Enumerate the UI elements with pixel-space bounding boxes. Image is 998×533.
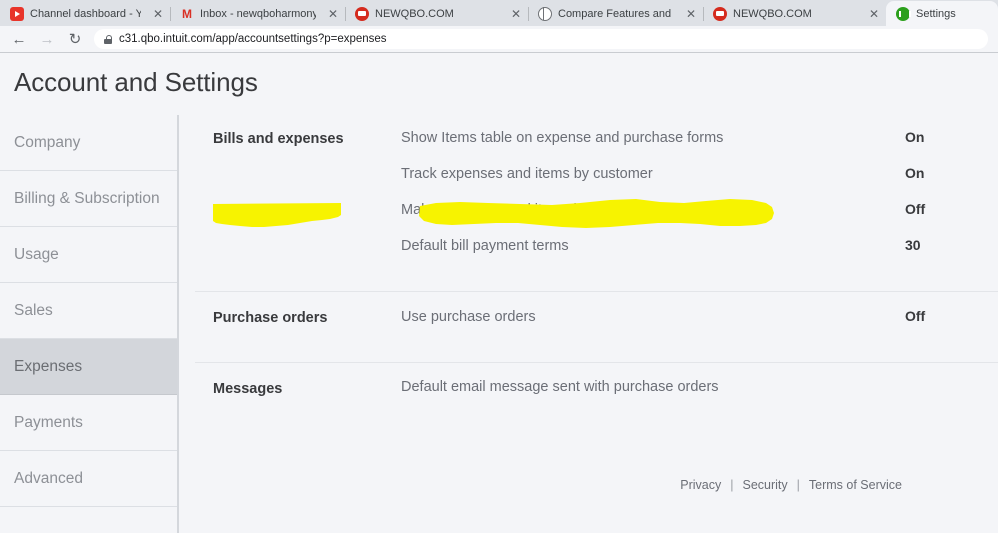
setting-value: Off [898, 308, 998, 324]
address-bar[interactable]: c31.qbo.intuit.com/app/accountsettings?p… [94, 29, 988, 49]
security-link[interactable]: Security [743, 478, 788, 492]
sidebar-item-payments[interactable]: Payments [0, 395, 177, 451]
section-bills-and-expenses: Bills and expenses Show Items table on e… [195, 115, 998, 292]
section-purchase-orders: Purchase orders Use purchase orders Off [195, 292, 998, 363]
setting-name: Make expenses and items billable [401, 202, 898, 218]
section-rows: Use purchase orders Off [401, 308, 998, 344]
tab-close-icon[interactable]: ✕ [147, 8, 163, 20]
setting-name: Show Items table on expense and purchase… [401, 130, 898, 146]
section-title: Purchase orders [195, 308, 401, 344]
setting-name: Default bill payment terms [401, 238, 898, 254]
sidebar-item-label: Advanced [14, 470, 83, 488]
sidebar-item-advanced[interactable]: Advanced [0, 451, 177, 507]
footer-divider: | [797, 478, 800, 492]
tab-separator [528, 7, 529, 21]
sidebar-item-expenses[interactable]: Expenses [0, 339, 177, 395]
section-rows: Default email message sent with purchase… [401, 379, 998, 415]
tab-separator [170, 7, 171, 21]
setting-value: 30 [898, 237, 998, 253]
browser-chrome: Channel dashboard - YouTube St ✕ M Inbox… [0, 0, 998, 53]
footer-divider: | [730, 478, 733, 492]
quickbooks-icon [896, 7, 910, 21]
sidebar-item-sales[interactable]: Sales [0, 283, 177, 339]
browser-tab-channel-dashboard[interactable]: Channel dashboard - YouTube St ✕ [0, 1, 170, 26]
setting-row[interactable]: Use purchase orders Off [401, 308, 998, 344]
sidebar-item-billing-subscription[interactable]: Billing & Subscription [0, 171, 177, 227]
globe-icon [538, 7, 552, 21]
browser-tab-settings[interactable]: Settings [886, 1, 998, 26]
setting-name: Use purchase orders [401, 309, 898, 325]
sidebar-item-label: Company [14, 134, 80, 152]
tab-close-icon[interactable]: ✕ [863, 8, 879, 20]
setting-value: On [898, 129, 998, 145]
sidebar-item-label: Expenses [14, 358, 82, 376]
privacy-link[interactable]: Privacy [680, 478, 721, 492]
tab-separator [345, 7, 346, 21]
tab-separator [703, 7, 704, 21]
qbo-icon [355, 7, 369, 21]
setting-row[interactable]: Track expenses and items by customer On [401, 165, 998, 201]
setting-value: On [898, 165, 998, 181]
page-content: Account and Settings Company Billing & S… [0, 53, 998, 533]
gmail-icon: M [180, 7, 194, 21]
sidebar-item-label: Sales [14, 302, 53, 320]
tab-close-icon[interactable]: ✕ [505, 8, 521, 20]
section-messages: Messages Default email message sent with… [195, 363, 998, 433]
settings-sidebar: Company Billing & Subscription Usage Sal… [0, 115, 179, 533]
browser-tab-newqbo-2[interactable]: NEWQBO.COM ✕ [703, 1, 886, 26]
page-title: Account and Settings [0, 53, 998, 98]
setting-name: Default email message sent with purchase… [401, 379, 898, 395]
back-icon[interactable]: ← [10, 32, 28, 47]
sidebar-item-usage[interactable]: Usage [0, 227, 177, 283]
omnibox-toolbar: ← → ↻ c31.qbo.intuit.com/app/accountsett… [0, 26, 998, 52]
tab-strip: Channel dashboard - YouTube St ✕ M Inbox… [0, 0, 998, 26]
settings-main: Bills and expenses Show Items table on e… [179, 115, 998, 533]
tab-title: Compare Features and Usage Lim [558, 7, 674, 21]
forward-icon[interactable]: → [38, 32, 56, 47]
section-title: Bills and expenses [195, 129, 401, 273]
tab-title: Settings [916, 7, 956, 21]
qbo-icon [713, 7, 727, 21]
setting-row[interactable]: Default email message sent with purchase… [401, 379, 998, 415]
settings-body: Company Billing & Subscription Usage Sal… [0, 115, 998, 533]
page-footer: Privacy | Security | Terms of Service [195, 433, 998, 492]
sidebar-item-label: Usage [14, 246, 59, 264]
sidebar-item-label: Billing & Subscription [14, 190, 160, 208]
sidebar-item-label: Payments [14, 414, 83, 432]
browser-tab-newqbo-1[interactable]: NEWQBO.COM ✕ [345, 1, 528, 26]
sidebar-item-overflow[interactable] [0, 507, 177, 533]
setting-value: Off [898, 201, 998, 217]
tab-close-icon[interactable]: ✕ [322, 8, 338, 20]
tab-title: Inbox - newqboharmony@gmail. [200, 7, 316, 21]
tab-title: Channel dashboard - YouTube St [30, 7, 141, 21]
setting-row[interactable]: Make expenses and items billable Off [401, 201, 998, 237]
section-rows: Show Items table on expense and purchase… [401, 129, 998, 273]
section-title: Messages [195, 379, 401, 415]
youtube-icon [10, 7, 24, 21]
sidebar-item-company[interactable]: Company [0, 115, 177, 171]
tab-title: NEWQBO.COM [375, 7, 454, 21]
browser-tab-inbox[interactable]: M Inbox - newqboharmony@gmail. ✕ [170, 1, 345, 26]
setting-row[interactable]: Show Items table on expense and purchase… [401, 129, 998, 165]
tab-close-icon[interactable]: ✕ [680, 8, 696, 20]
setting-row[interactable]: Default bill payment terms 30 [401, 237, 998, 273]
url-text: c31.qbo.intuit.com/app/accountsettings?p… [119, 33, 387, 45]
reload-icon[interactable]: ↻ [66, 32, 84, 47]
browser-tab-compare-features[interactable]: Compare Features and Usage Lim ✕ [528, 1, 703, 26]
lock-icon [104, 35, 112, 44]
tab-title: NEWQBO.COM [733, 7, 812, 21]
setting-name: Track expenses and items by customer [401, 166, 898, 182]
terms-of-service-link[interactable]: Terms of Service [809, 478, 902, 492]
